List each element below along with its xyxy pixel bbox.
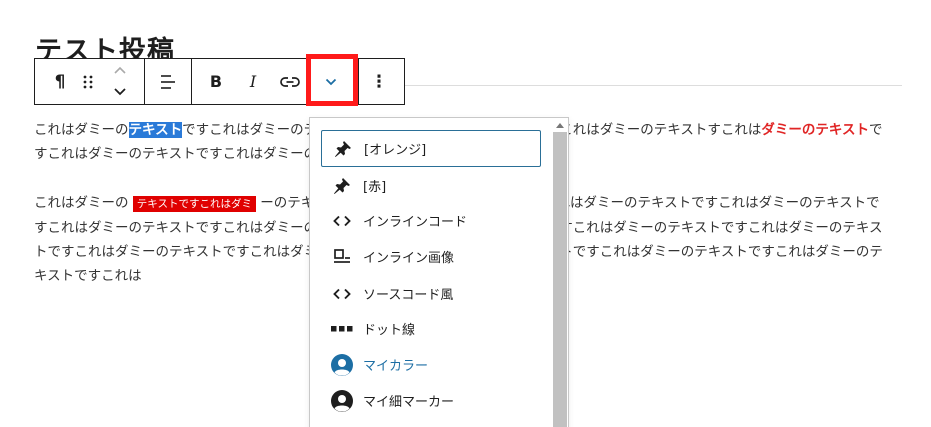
toolbar-divider <box>358 59 359 104</box>
menu-item-dotted-line[interactable]: ドット線 <box>321 310 541 347</box>
inline-image-icon <box>329 245 355 269</box>
scrollbar-thumb[interactable] <box>553 132 567 427</box>
drag-handle-icon <box>83 75 93 89</box>
menu-item-my-thin-marker[interactable]: マイ細マーカー <box>321 382 541 419</box>
red-background-text: テキストですこれはダミ <box>132 196 256 212</box>
scroll-up-arrow[interactable] <box>554 120 566 130</box>
toolbar-divider <box>191 59 192 104</box>
code-icon <box>329 209 355 233</box>
paragraph-text: これはダミーの <box>34 122 129 138</box>
scrollbar-track[interactable] <box>553 132 567 427</box>
menu-item-orange[interactable]: [オレンジ] <box>321 130 541 167</box>
paragraph-icon: ¶ <box>54 71 66 92</box>
paragraph-text: これはダミーの <box>34 195 129 211</box>
pin-icon <box>329 174 355 198</box>
menu-item-red[interactable]: [赤] <box>321 167 541 204</box>
move-down-button[interactable] <box>107 81 133 103</box>
link-button[interactable] <box>276 59 304 104</box>
italic-button[interactable]: I <box>240 59 266 104</box>
menu-item-label: ソースコード風 <box>363 288 454 303</box>
chevron-down-icon <box>113 87 127 97</box>
menu-item-inline-image[interactable]: インライン画像 <box>321 238 541 275</box>
menu-item-label: ドット線 <box>363 323 416 338</box>
paragraph-block-button[interactable]: ¶ <box>45 59 75 104</box>
bold-button[interactable]: B <box>203 59 229 104</box>
italic-icon: I <box>249 72 257 91</box>
code-icon <box>329 282 355 306</box>
avatar-icon <box>329 353 355 377</box>
more-vertical-icon: ⋮ <box>370 71 388 92</box>
align-icon <box>160 74 176 90</box>
menu-item-my-color[interactable]: マイカラー <box>321 346 541 383</box>
menu-item-label: インライン画像 <box>363 251 455 266</box>
align-button[interactable] <box>153 59 183 104</box>
drag-handle[interactable] <box>77 59 99 104</box>
move-up-button[interactable] <box>107 59 133 81</box>
red-text: ダミーのテキスト <box>761 122 870 138</box>
menu-item-label: マイカラー <box>363 359 429 374</box>
bold-icon: B <box>209 72 223 91</box>
paragraph-text: ですこれはダミーの <box>182 122 304 138</box>
menu-item-label: [オレンジ] <box>364 143 427 158</box>
menu-item-inline-code[interactable]: インラインコード <box>321 202 541 239</box>
format-dropdown-menu: [オレンジ] [赤] インラインコード インライン画像 ソースコード風 ドット線 <box>309 117 569 427</box>
dotted-line-icon <box>329 317 355 341</box>
menu-item-label: インラインコード <box>363 215 468 230</box>
menu-item-source-code[interactable]: ソースコード風 <box>321 275 541 312</box>
selected-text: テキスト <box>128 122 183 138</box>
menu-item-label: マイ細マーカー <box>363 395 455 410</box>
menu-item-label: [赤] <box>363 180 387 195</box>
avatar-icon <box>329 389 355 413</box>
link-icon <box>280 76 300 88</box>
paragraph-text: すこれは <box>707 122 762 138</box>
toolbar-divider <box>144 59 145 104</box>
annotation-highlight-box <box>306 54 358 106</box>
pin-icon <box>330 137 356 161</box>
options-button[interactable]: ⋮ <box>367 59 391 104</box>
chevron-up-icon <box>113 65 127 75</box>
